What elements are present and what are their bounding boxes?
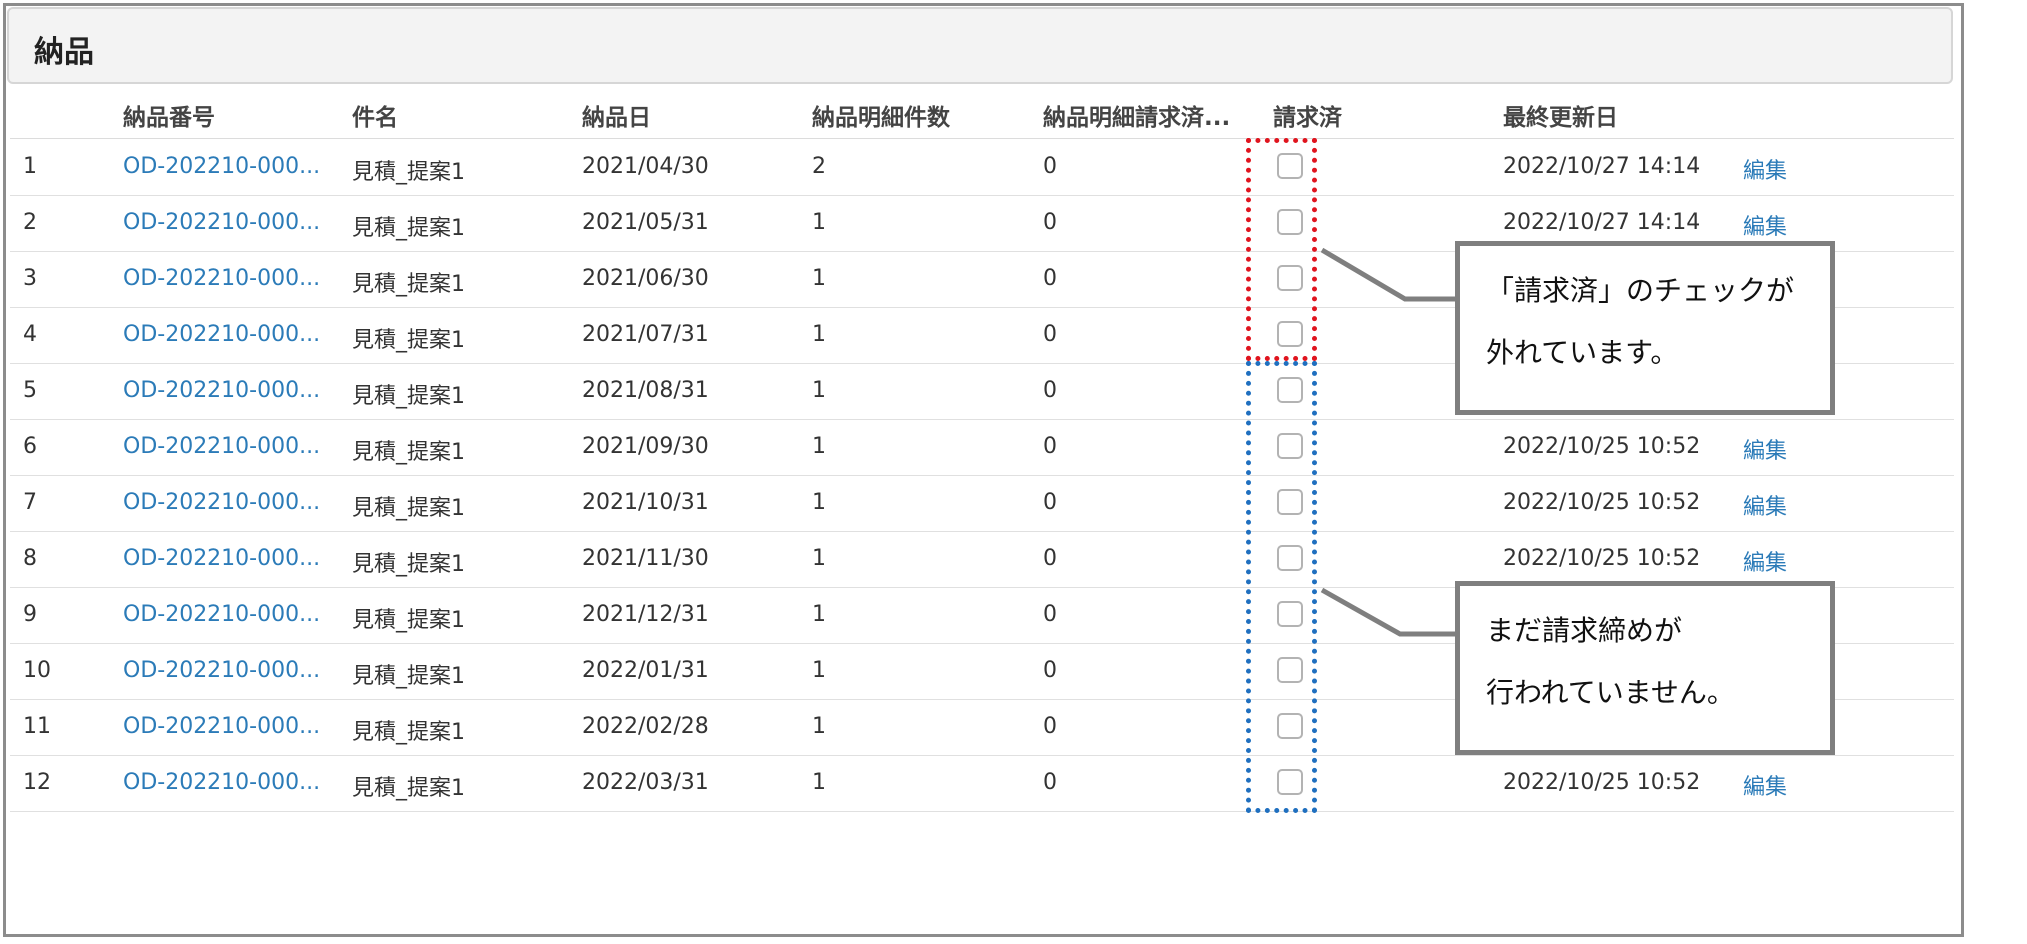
callout-unchecked-line2: 外れています。 <box>1486 336 1679 369</box>
callout-not-closed-line2: 行われていません。 <box>1486 676 1735 709</box>
callout-not-closed: まだ請求締めが 行われていません。 <box>1455 581 1835 755</box>
callout-unchecked: 「請求済」のチェックが 外れています。 <box>1455 241 1835 415</box>
callout-unchecked-line1: 「請求済」のチェックが <box>1486 274 1795 307</box>
connector-line-blue <box>1320 587 1455 637</box>
connector-line-red <box>1320 247 1455 302</box>
callout-connectors <box>1320 247 1455 637</box>
callout-not-closed-line1: まだ請求締めが <box>1486 614 1683 647</box>
